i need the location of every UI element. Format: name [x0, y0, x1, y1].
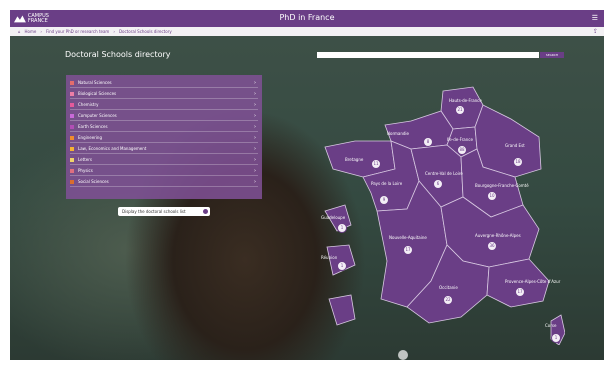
- region-count-badge[interactable]: 8: [423, 137, 433, 147]
- region-count-badge[interactable]: 10: [487, 191, 497, 201]
- filter-item[interactable]: Social Sciences ›: [70, 178, 258, 187]
- region-count-badge[interactable]: 9: [379, 195, 389, 205]
- breadcrumb: ⌂ Home › Find your PhD or research team …: [10, 27, 604, 36]
- filter-item-label: Letters: [78, 157, 92, 162]
- tooltip-text: Display the doctoral schools list: [122, 209, 186, 214]
- directory-title: Doctoral Schools directory: [65, 50, 171, 59]
- home-icon[interactable]: ⌂: [18, 29, 21, 34]
- filter-item-label: Chemistry: [78, 102, 99, 107]
- filter-item-label: Earth Sciences: [78, 124, 108, 129]
- chevron-right-icon: ›: [254, 80, 256, 86]
- share-icon[interactable]: ⇪: [593, 28, 598, 35]
- france-map: Hauts-de-France Normandie Ile-de-France …: [315, 85, 565, 345]
- breadcrumb-separator: ›: [113, 29, 115, 34]
- region-label: Hauts-de-France: [449, 98, 482, 103]
- page-frame: CAMPUS FRANCE PhD in France ☰ ⌂ Home › F…: [10, 10, 604, 360]
- region-count-badge[interactable]: 1: [337, 223, 347, 233]
- region-label: Provence-Alpes-Côte d'Azur: [505, 279, 561, 284]
- breadcrumb-item: Doctoral Schools directory: [118, 29, 172, 34]
- region-overseas[interactable]: [328, 294, 356, 326]
- region-count-badge[interactable]: 1: [551, 333, 561, 343]
- chevron-right-icon: ›: [254, 124, 256, 130]
- chevron-right-icon: ›: [254, 102, 256, 108]
- region-label: Bourgogne-Franche-Comté: [475, 183, 529, 188]
- top-bar: CAMPUS FRANCE PhD in France ☰: [10, 10, 604, 27]
- scroll-indicator[interactable]: [398, 350, 408, 360]
- region-count-badge[interactable]: 11: [371, 159, 381, 169]
- region-label: Grand Est: [505, 143, 525, 148]
- france-regions-svg: [324, 86, 565, 345]
- region-label: Occitanie: [439, 285, 458, 290]
- chevron-right-icon: ›: [254, 157, 256, 163]
- discipline-color-swatch: [70, 158, 74, 162]
- discipline-filter-panel: Natural Sciences › Biological Sciences ›…: [66, 75, 262, 199]
- breadcrumb-item[interactable]: Find your PhD or research team: [46, 29, 109, 34]
- region-label: Réunion: [321, 255, 338, 260]
- close-icon[interactable]: [203, 209, 208, 214]
- region-count-badge[interactable]: 21: [455, 105, 465, 115]
- breadcrumb-item[interactable]: Home: [25, 29, 37, 34]
- discipline-color-swatch: [70, 92, 74, 96]
- filter-item[interactable]: Engineering ›: [70, 134, 258, 143]
- discipline-color-swatch: [70, 147, 74, 151]
- region-label: Ile-de-France: [447, 137, 473, 142]
- filter-item-label: Computer Sciences: [78, 113, 117, 118]
- page-title: PhD in France: [279, 13, 335, 22]
- region-label: Corse: [545, 323, 557, 328]
- search-input[interactable]: [317, 52, 539, 58]
- hamburger-icon[interactable]: ☰: [592, 14, 598, 22]
- region-count-badge[interactable]: 6: [433, 179, 443, 189]
- region-grand-est[interactable]: [474, 104, 542, 178]
- filter-item[interactable]: Chemistry ›: [70, 101, 258, 110]
- filter-item[interactable]: Letters ›: [70, 156, 258, 165]
- region-label: Centre-Val de Loire: [425, 171, 463, 176]
- filter-item-label: Engineering: [78, 135, 102, 140]
- chevron-right-icon: ›: [254, 179, 256, 185]
- region-count-badge[interactable]: 17: [403, 245, 413, 255]
- filter-item[interactable]: Physics ›: [70, 167, 258, 176]
- region-count-badge[interactable]: 36: [487, 241, 497, 251]
- discipline-color-swatch: [70, 114, 74, 118]
- chevron-right-icon: ›: [254, 135, 256, 141]
- region-count-badge[interactable]: 17: [515, 287, 525, 297]
- region-label: Bretagne: [345, 157, 364, 162]
- region-count-badge[interactable]: 18: [513, 157, 523, 167]
- discipline-color-swatch: [70, 136, 74, 140]
- region-label: Nouvelle-Aquitaine: [389, 235, 427, 240]
- region-label: Pays de la Loire: [371, 181, 403, 186]
- chevron-right-icon: ›: [254, 168, 256, 174]
- chevron-right-icon: ›: [254, 113, 256, 119]
- region-count-badge[interactable]: 1: [337, 261, 347, 271]
- filter-item[interactable]: Earth Sciences ›: [70, 123, 258, 132]
- discipline-color-swatch: [70, 125, 74, 129]
- region-count-badge[interactable]: 88: [457, 145, 467, 155]
- breadcrumb-separator: ›: [40, 29, 42, 34]
- discipline-color-swatch: [70, 103, 74, 107]
- discipline-color-swatch: [70, 81, 74, 85]
- filter-item-label: Social Sciences: [78, 179, 109, 184]
- chevron-right-icon: ›: [254, 146, 256, 152]
- filter-item-label: Physics: [78, 168, 93, 173]
- region-label: Auvergne-Rhône-Alpes: [475, 233, 521, 238]
- filter-item-label: Biological Sciences: [78, 91, 117, 96]
- filter-item[interactable]: Biological Sciences ›: [70, 90, 258, 99]
- search-button[interactable]: SEARCH: [540, 52, 564, 58]
- filter-item-label: Law, Economics and Management: [78, 146, 147, 151]
- filter-item[interactable]: Law, Economics and Management ›: [70, 145, 258, 154]
- filter-item[interactable]: Computer Sciences ›: [70, 112, 258, 121]
- region-count-badge[interactable]: 22: [443, 295, 453, 305]
- region-label: Guadeloupe: [321, 215, 346, 220]
- tooltip: Display the doctoral schools list: [118, 207, 210, 216]
- chevron-right-icon: ›: [254, 91, 256, 97]
- filter-item[interactable]: Natural Sciences ›: [70, 79, 258, 88]
- filter-item-label: Natural Sciences: [78, 80, 112, 85]
- discipline-color-swatch: [70, 180, 74, 184]
- discipline-color-swatch: [70, 169, 74, 173]
- region-label: Normandie: [387, 131, 410, 136]
